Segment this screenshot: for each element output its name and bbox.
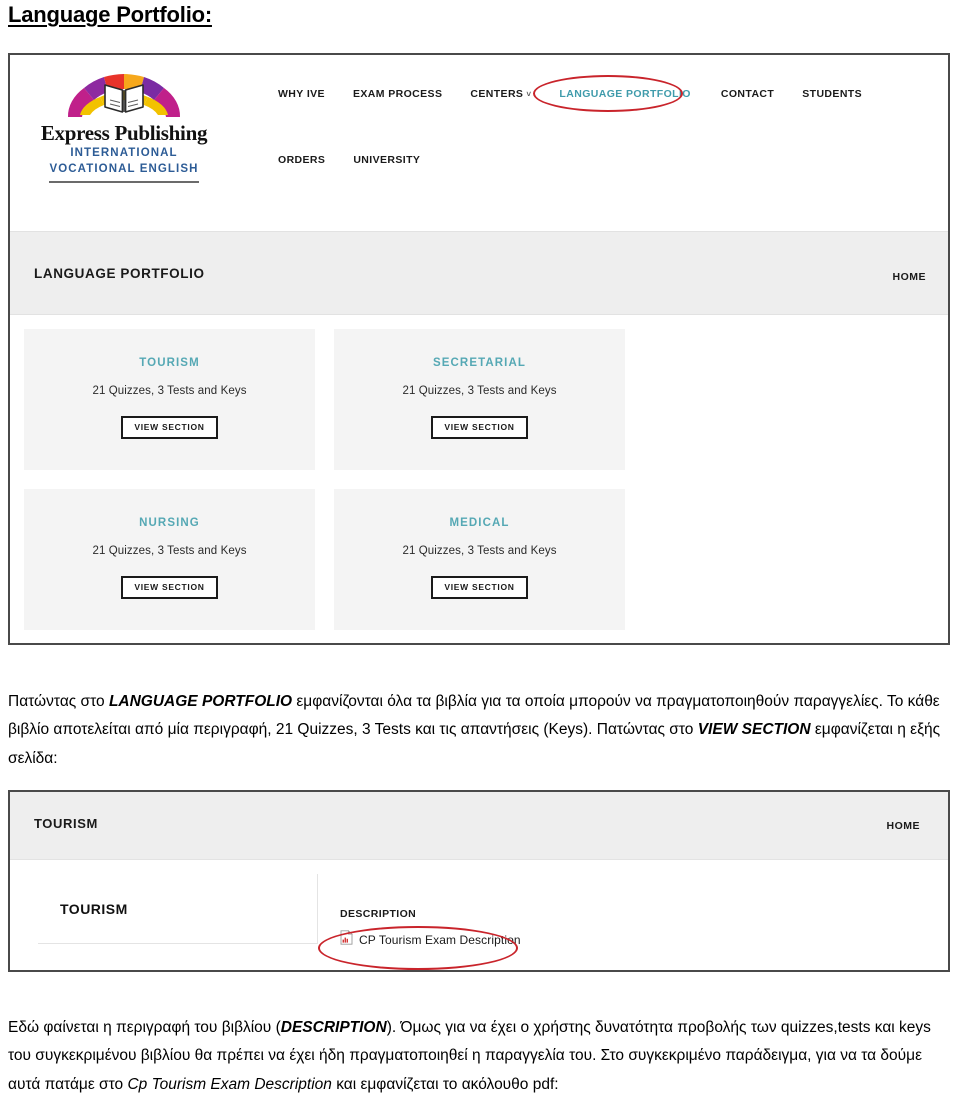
para-two-text-3: και εμφανίζεται το ακόλουθο pdf: — [331, 1075, 559, 1093]
screenshot-language-portfolio: Express Publishing INTERNATIONAL VOCATIO… — [8, 53, 950, 645]
para-one-bold-2: VIEW SECTION — [697, 721, 811, 739]
course-subtitle: 21 Quizzes, 3 Tests and Keys — [402, 545, 557, 557]
course-card[interactable]: MEDICAL 21 Quizzes, 3 Tests and Keys VIE… — [334, 489, 625, 630]
course-card[interactable]: SECRETARIAL 21 Quizzes, 3 Tests and Keys… — [334, 329, 625, 470]
explanatory-paragraph-one: Πατώντας στο LANGUAGE PORTFOLIO εμφανίζο… — [8, 688, 944, 774]
nav-item-exam-process[interactable]: EXAM PROCESS — [353, 88, 442, 100]
nav-item-orders[interactable]: ORDERS — [278, 154, 325, 166]
nav-item-contact[interactable]: CONTACT — [721, 88, 774, 100]
description-label: DESCRIPTION — [340, 908, 417, 920]
course-title: TOURISM — [139, 357, 200, 369]
nav-label: STUDENTS — [802, 88, 863, 100]
logo-tagline-line2: VOCATIONAL ENGLISH — [49, 163, 199, 176]
view-section-button[interactable]: VIEW SECTION — [121, 576, 218, 599]
nav-item-why-ive[interactable]: WHY IVE — [278, 88, 325, 100]
view-section-button[interactable]: VIEW SECTION — [431, 416, 528, 439]
nav-label: CONTACT — [720, 88, 775, 100]
main-navigation: WHY IVE EXAM PROCESS CENTERS ˅ LANGUAGE P… — [278, 75, 918, 166]
pdf-file-icon — [340, 929, 353, 950]
nav-label: CENTERS — [470, 88, 524, 100]
course-card[interactable]: TOURISM 21 Quizzes, 3 Tests and Keys VIE… — [24, 329, 315, 470]
course-title: NURSING — [139, 517, 200, 529]
nav-label: LANGUAGE PORTFOLIO — [559, 88, 691, 100]
para-one-bold-1: LANGUAGE PORTFOLIO — [108, 692, 293, 710]
tourism-side-panel: TOURISM — [38, 874, 318, 944]
nav-item-university[interactable]: UNIVERSITY — [353, 154, 420, 166]
tourism-section-title: TOURISM — [34, 816, 98, 831]
side-panel-title: TOURISM — [60, 900, 128, 917]
description-link-row[interactable]: CP Tourism Exam Description — [318, 926, 521, 970]
course-subtitle: 21 Quizzes, 3 Tests and Keys — [92, 385, 247, 397]
para-two-text-1: Εδώ φαίνεται η περιγραφή του βιβλίου ( — [8, 1018, 281, 1036]
course-card[interactable]: NURSING 21 Quizzes, 3 Tests and Keys VIE… — [24, 489, 315, 630]
nav-label: ORDERS — [278, 154, 326, 166]
page-title: Language Portfolio: — [8, 2, 212, 27]
rainbow-book-icon — [49, 73, 199, 121]
view-section-button[interactable]: VIEW SECTION — [121, 416, 218, 439]
nav-label: EXAM PROCESS — [352, 88, 443, 100]
nav-row-secondary: ORDERS UNIVERSITY — [278, 154, 918, 166]
nav-label: WHY IVE — [278, 88, 325, 100]
tourism-section-bar: TOURISM HOME — [10, 792, 948, 860]
para-two-italic-1: Cp Tourism Exam Description — [127, 1075, 332, 1093]
site-header: Express Publishing INTERNATIONAL VOCATIO… — [10, 55, 948, 231]
home-link[interactable]: HOME — [893, 271, 927, 283]
pdf-description-link[interactable]: CP Tourism Exam Description — [359, 933, 521, 947]
course-subtitle: 21 Quizzes, 3 Tests and Keys — [92, 545, 247, 557]
nav-item-language-portfolio[interactable]: LANGUAGE PORTFOLIO — [533, 75, 691, 112]
section-bar-title: LANGUAGE PORTFOLIO — [34, 266, 205, 281]
home-link[interactable]: HOME — [887, 820, 921, 832]
nav-item-centers[interactable]: CENTERS ˅ — [470, 88, 531, 100]
para-two-bold-1: DESCRIPTION — [280, 1018, 387, 1036]
tourism-section-body: TOURISM DESCRIPTION CP Tourism Exam Desc… — [10, 860, 948, 970]
view-section-button[interactable]: VIEW SECTION — [431, 576, 528, 599]
explanatory-paragraph-two: Εδώ φαίνεται η περιγραφή του βιβλίου (DE… — [8, 1014, 944, 1100]
course-title: MEDICAL — [449, 517, 510, 529]
nav-label: UNIVERSITY — [353, 154, 421, 166]
course-subtitle: 21 Quizzes, 3 Tests and Keys — [402, 385, 557, 397]
course-card-grid: TOURISM 21 Quizzes, 3 Tests and Keys VIE… — [10, 315, 948, 643]
description-block: DESCRIPTION CP Tourism Exam Description — [318, 908, 521, 970]
language-portfolio-section-bar: LANGUAGE PORTFOLIO HOME — [10, 231, 948, 315]
logo-tagline-line1: INTERNATIONAL — [70, 147, 178, 160]
nav-item-students[interactable]: STUDENTS — [802, 88, 862, 100]
logo-underline-rule — [49, 180, 199, 183]
nav-row-primary: WHY IVE EXAM PROCESS CENTERS ˅ LANGUAGE P… — [278, 75, 918, 112]
express-publishing-logo: Express Publishing INTERNATIONAL VOCATIO… — [34, 73, 214, 183]
para-one-text-1: Πατώντας στο — [8, 692, 109, 710]
chevron-down-icon: ˅ — [526, 90, 532, 99]
course-title: SECRETARIAL — [432, 357, 527, 369]
logo-brand-name: Express Publishing — [40, 121, 208, 145]
screenshot-tourism-section: TOURISM HOME TOURISM DESCRIPTION CP Tour… — [8, 790, 950, 972]
